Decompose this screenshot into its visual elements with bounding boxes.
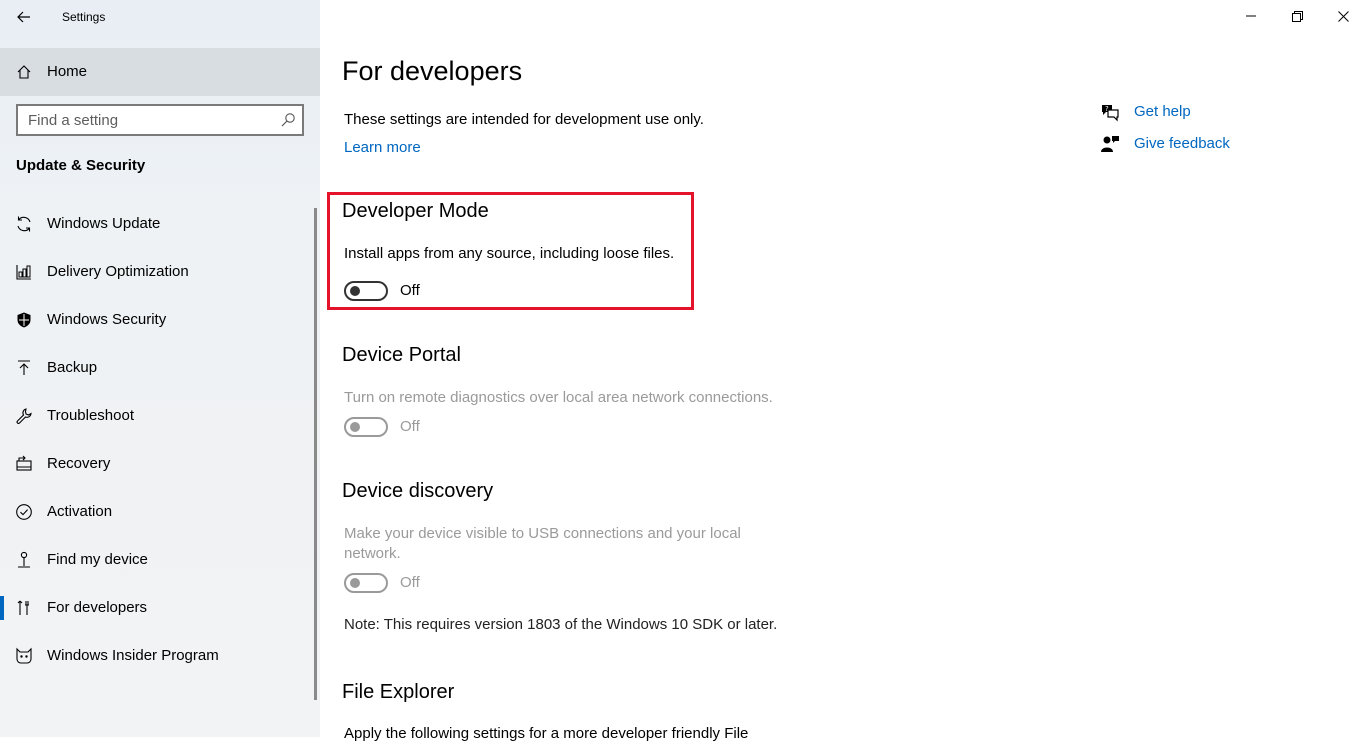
- check-circle-icon: [16, 504, 32, 520]
- close-button[interactable]: [1320, 0, 1366, 32]
- sidebar-scrollbar[interactable]: [314, 208, 317, 700]
- file-explorer-description: Apply the following settings for a more …: [344, 725, 749, 742]
- home-nav-item[interactable]: Home: [0, 48, 320, 96]
- backup-icon: [18, 360, 30, 375]
- sidebar-item-label: Windows Update: [47, 215, 161, 232]
- learn-more-link[interactable]: Learn more: [344, 139, 421, 156]
- device-discovery-toggle[interactable]: [344, 573, 388, 593]
- file-explorer-title: File Explorer: [342, 681, 455, 703]
- title-bar: Settings: [0, 0, 320, 32]
- sidebar-item-activation[interactable]: Activation: [0, 488, 320, 536]
- window-controls: [1228, 0, 1366, 32]
- selection-indicator: [0, 596, 4, 620]
- sidebar: Settings Home Update & Security Windows …: [0, 0, 320, 737]
- chat-help-icon: ?: [1102, 105, 1119, 122]
- sidebar-item-label: Windows Insider Program: [47, 647, 219, 664]
- give-feedback-label[interactable]: Give feedback: [1134, 135, 1230, 152]
- sidebar-item-windows-security[interactable]: Windows Security: [0, 296, 320, 344]
- svg-text:?: ?: [1105, 105, 1109, 113]
- sidebar-item-backup[interactable]: Backup: [0, 344, 320, 392]
- device-discovery-note: Note: This requires version 1803 of the …: [344, 616, 778, 633]
- sidebar-item-label: Find my device: [47, 551, 148, 568]
- search-box[interactable]: [16, 104, 304, 136]
- feedback-person-icon: [1101, 136, 1119, 152]
- sidebar-item-delivery-optimization[interactable]: Delivery Optimization: [0, 248, 320, 296]
- page-title: For developers: [342, 56, 523, 86]
- sidebar-item-for-developers[interactable]: For developers: [0, 584, 320, 632]
- device-portal-description: Turn on remote diagnostics over local ar…: [344, 389, 773, 406]
- device-discovery-state: Off: [400, 574, 420, 591]
- sidebar-item-label: Delivery Optimization: [47, 263, 189, 280]
- insider-cat-icon: [16, 647, 32, 664]
- developer-mode-title: Developer Mode: [342, 200, 489, 222]
- search-input[interactable]: [18, 106, 268, 134]
- device-discovery-description-line1: Make your device visible to USB connecti…: [344, 525, 741, 542]
- device-discovery-title: Device discovery: [342, 480, 494, 502]
- home-icon: [17, 65, 31, 79]
- sidebar-item-windows-insider-program[interactable]: Windows Insider Program: [0, 632, 320, 680]
- developer-mode-toggle[interactable]: [344, 281, 388, 301]
- restore-icon: [1291, 10, 1303, 22]
- back-arrow-icon: [17, 11, 30, 23]
- sidebar-item-find-my-device[interactable]: Find my device: [0, 536, 320, 584]
- restore-button[interactable]: [1274, 0, 1320, 32]
- developer-mode-description: Install apps from any source, including …: [344, 245, 675, 262]
- search-icon[interactable]: [280, 112, 296, 128]
- section-title: Update & Security: [16, 157, 146, 174]
- wrench-icon: [16, 408, 32, 424]
- toggle-knob: [350, 578, 360, 588]
- intro-text: These settings are intended for developm…: [344, 111, 704, 128]
- toggle-knob: [350, 422, 360, 432]
- sidebar-item-label: Backup: [47, 359, 98, 376]
- minimize-button[interactable]: [1228, 0, 1274, 32]
- sync-icon: [17, 216, 31, 232]
- person-pin-icon: [18, 551, 30, 568]
- home-label: Home: [47, 63, 88, 80]
- get-help-label[interactable]: Get help: [1134, 103, 1191, 120]
- device-portal-title: Device Portal: [342, 344, 461, 366]
- main-content: For developers These settings are intend…: [320, 0, 1366, 742]
- sidebar-item-label: Troubleshoot: [47, 407, 134, 424]
- developer-tools-icon: [17, 600, 29, 615]
- minimize-icon: [1246, 15, 1256, 17]
- nav-list: Windows Update Delivery Optimization Win…: [0, 200, 320, 680]
- sidebar-item-windows-update[interactable]: Windows Update: [0, 200, 320, 248]
- device-discovery-description-line2: network.: [344, 545, 401, 562]
- recovery-icon: [16, 455, 32, 471]
- device-portal-state: Off: [400, 418, 420, 435]
- app-title: Settings: [62, 10, 106, 24]
- sidebar-item-label: Activation: [47, 503, 113, 520]
- sidebar-item-label: Recovery: [47, 455, 111, 472]
- sidebar-item-recovery[interactable]: Recovery: [0, 440, 320, 488]
- sidebar-item-label: For developers: [47, 599, 148, 616]
- sidebar-item-label: Windows Security: [47, 311, 167, 328]
- toggle-knob: [350, 286, 360, 296]
- device-portal-toggle[interactable]: [344, 417, 388, 437]
- close-icon: [1337, 10, 1349, 22]
- sidebar-item-troubleshoot[interactable]: Troubleshoot: [0, 392, 320, 440]
- delivery-optimization-icon: [16, 265, 31, 280]
- shield-icon: [17, 312, 31, 328]
- back-button[interactable]: [8, 4, 40, 30]
- developer-mode-state: Off: [400, 282, 420, 299]
